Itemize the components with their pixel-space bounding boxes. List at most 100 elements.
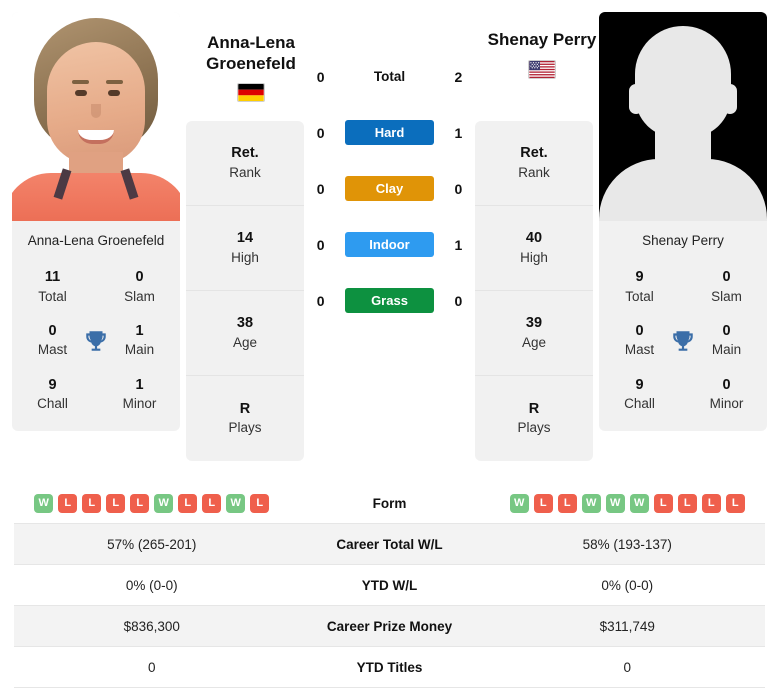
table-row-ytd-wl: 0% (0-0) YTD W/L 0% (0-0) <box>14 565 765 606</box>
form-badge-left-9: L <box>250 493 270 513</box>
info-age-value-left: 38 <box>236 315 254 332</box>
player-name-left-line2: Groenefeld <box>206 53 296 73</box>
info-rank-value-right: Ret. <box>520 145 548 162</box>
player-photo-caption-left: Anna-Lena Groenefeld <box>12 221 180 262</box>
player-info-card-right: Ret. Rank 40 High 39 Age R Plays <box>475 121 593 461</box>
table-label-ytd-titles: YTD Titles <box>356 659 423 675</box>
form-badge-right-2: L <box>557 493 577 513</box>
info-plays-label-left: Plays <box>228 420 262 436</box>
titles-mast-value-right: 0 <box>635 322 644 339</box>
h2h-right-grass: 0 <box>454 292 463 309</box>
ytd-titles-right: 0 <box>623 659 631 675</box>
table-row-ytd-titles: 0 YTD Titles 0 <box>14 647 765 688</box>
ytd-wl-right: 0% (0-0) <box>601 577 654 593</box>
info-age-value-right: 39 <box>525 315 543 332</box>
titles-main-label-left: Main <box>124 342 155 358</box>
form-badge-right-4: W <box>605 493 625 513</box>
info-age-label-left: Age <box>232 334 258 350</box>
career-total-wl-right: 58% (193-137) <box>582 536 672 552</box>
titles-main-value-right: 0 <box>722 322 731 339</box>
info-rank-label-right: Rank <box>518 164 550 180</box>
h2h-right-hard: 1 <box>454 124 463 141</box>
titles-mast-label-right: Mast <box>624 342 655 358</box>
info-high-label-right: High <box>520 249 548 265</box>
form-badge-left-8: W <box>226 493 246 513</box>
h2h-left-clay: 0 <box>316 180 325 197</box>
info-rank-right: Ret. Rank <box>475 121 593 206</box>
h2h-right-clay: 0 <box>454 180 463 197</box>
info-plays-value-right: R <box>528 400 540 417</box>
info-plays-value-left: R <box>239 400 251 417</box>
titles-mast-value-left: 0 <box>48 322 57 339</box>
form-badge-right-8: L <box>701 493 721 513</box>
h2h-row-clay: 0 Clay 0 <box>304 176 475 201</box>
career-total-wl-left: 57% (265-201) <box>107 536 197 552</box>
player-photo-card-right[interactable]: Shenay Perry 9 Total 0 Slam 0 Mast 0 Mai… <box>599 12 767 432</box>
info-high-left: 14 High <box>186 206 304 291</box>
info-high-value-right: 40 <box>525 230 543 247</box>
form-badge-left-7: L <box>202 493 222 513</box>
titles-chall-label-left: Chall <box>37 396 68 412</box>
player-name-header-right[interactable]: Shenay Perry <box>462 30 622 79</box>
titles-grid-left: 11 Total 0 Slam 0 Mast 1 Main 9 Chall 1 … <box>12 262 180 431</box>
table-label-career-total-wl: Career Total W/L <box>336 536 443 552</box>
info-rank-left: Ret. Rank <box>186 121 304 206</box>
player-name-header-left[interactable]: Anna-Lena Groenefeld <box>171 33 331 103</box>
form-badge-right-1: L <box>533 493 553 513</box>
form-badge-right-0: W <box>509 493 529 513</box>
stats-comparison-table: WLLLLWLLWL Form WLLWWWLLLL 57% (265-201)… <box>14 483 765 688</box>
info-plays-label-right: Plays <box>517 420 551 436</box>
player-photo-caption-right: Shenay Perry <box>599 221 767 262</box>
table-row-career-total-wl: 57% (265-201) Career Total W/L 58% (193-… <box>14 524 765 565</box>
table-row-form: WLLLLWLLWL Form WLLWWWLLLL <box>14 483 765 524</box>
titles-slam-label-left: Slam <box>124 288 155 304</box>
h2h-label-hard[interactable]: Hard <box>345 120 434 145</box>
info-rank-value-left: Ret. <box>231 145 259 162</box>
form-badge-right-6: L <box>653 493 673 513</box>
person-silhouette-icon <box>599 12 767 221</box>
player-name-left-line1: Anna-Lena <box>207 33 295 52</box>
form-badge-right-9: L <box>725 493 745 513</box>
titles-total-value-left: 11 <box>44 269 61 285</box>
titles-slam-label-right: Slam <box>711 288 742 304</box>
titles-chall-value-right: 9 <box>635 376 644 393</box>
trophy-icon <box>86 330 106 351</box>
form-badge-right-7: L <box>677 493 697 513</box>
player-photo-card-left[interactable]: Anna-Lena Groenefeld 11 Total 0 Slam 0 M… <box>12 12 180 432</box>
form-left: WLLLLWLLWL <box>14 493 290 513</box>
titles-slam-value-left: 0 <box>135 269 144 285</box>
form-badge-left-4: L <box>130 493 150 513</box>
table-label-ytd-wl: YTD W/L <box>361 577 418 593</box>
h2h-right-indoor: 1 <box>454 236 463 253</box>
player-info-card-left: Ret. Rank 14 High 38 Age R Plays <box>186 121 304 461</box>
form-badge-left-0: W <box>34 493 54 513</box>
h2h-row-grass: 0 Grass 0 <box>304 288 475 313</box>
h2h-label-indoor[interactable]: Indoor <box>345 232 434 257</box>
h2h-label-grass[interactable]: Grass <box>345 288 434 313</box>
titles-mast-label-left: Mast <box>37 342 68 358</box>
player-comparison-page: Anna-Lena Groenefeld 11 Total 0 Slam 0 M… <box>0 0 779 699</box>
h2h-row-hard: 0 Hard 1 <box>304 120 475 145</box>
trophy-icon <box>673 330 693 351</box>
form-badge-left-2: L <box>82 493 102 513</box>
flag-germany-icon <box>237 83 265 103</box>
info-plays-right: R Plays <box>475 376 593 461</box>
form-badge-left-5: W <box>154 493 174 513</box>
titles-total-label-left: Total <box>38 288 67 304</box>
player-name-right-line1: Shenay Perry <box>487 30 597 49</box>
info-age-left: 38 Age <box>186 291 304 376</box>
player-photo-right <box>599 12 767 221</box>
flag-usa-icon <box>528 59 556 79</box>
titles-total-value-right: 9 <box>635 269 644 285</box>
titles-total-label-right: Total <box>625 288 654 304</box>
comparison-header: Anna-Lena Groenefeld 11 Total 0 Slam 0 M… <box>0 0 779 470</box>
h2h-row-indoor: 0 Indoor 1 <box>304 232 475 257</box>
info-high-label-left: High <box>231 249 259 265</box>
table-label-form: Form <box>372 495 407 511</box>
ytd-wl-left: 0% (0-0) <box>125 577 178 593</box>
titles-chall-label-right: Chall <box>624 396 655 412</box>
info-high-right: 40 High <box>475 206 593 291</box>
h2h-label-clay[interactable]: Clay <box>345 176 434 201</box>
titles-minor-value-right: 0 <box>722 376 731 393</box>
titles-chall-value-left: 9 <box>48 376 57 393</box>
